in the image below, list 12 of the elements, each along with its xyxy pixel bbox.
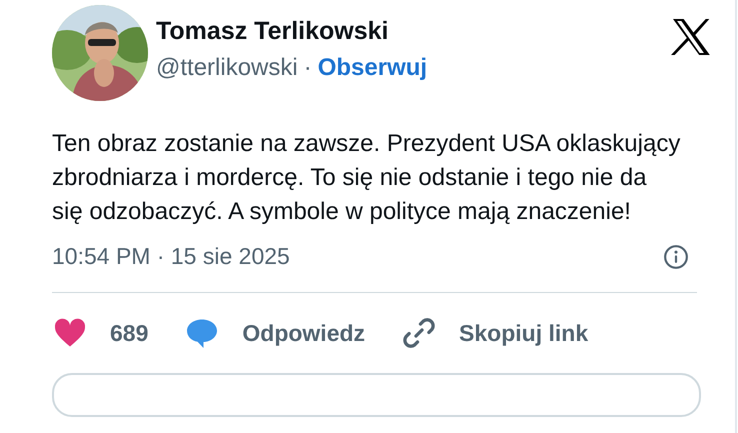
copy-button[interactable]: Skopiuj link [401, 315, 588, 351]
x-logo-icon[interactable] [671, 19, 711, 55]
author-handle[interactable]: @tterlikowski [156, 54, 298, 82]
follow-link[interactable]: Obserwuj [318, 54, 428, 82]
timestamp[interactable]: 10:54 PM · 15 sie 2025 [52, 243, 290, 270]
post-text: Ten obraz zostanie na zawsze. Prezydent USA oklaskujący zbrodniarza i mordercę. To się nie odstanie i tego nie da się odzobaczyć. A symbole w polityce mają znaczenie! [52, 129, 682, 227]
reply-button[interactable]: Odpowiedz [184, 315, 366, 351]
info-icon[interactable] [663, 244, 689, 270]
author-name[interactable]: Tomasz Terlikowski [156, 16, 671, 46]
link-icon [401, 315, 438, 351]
like-button[interactable]: 689 [52, 315, 148, 351]
separator: · [304, 54, 312, 82]
